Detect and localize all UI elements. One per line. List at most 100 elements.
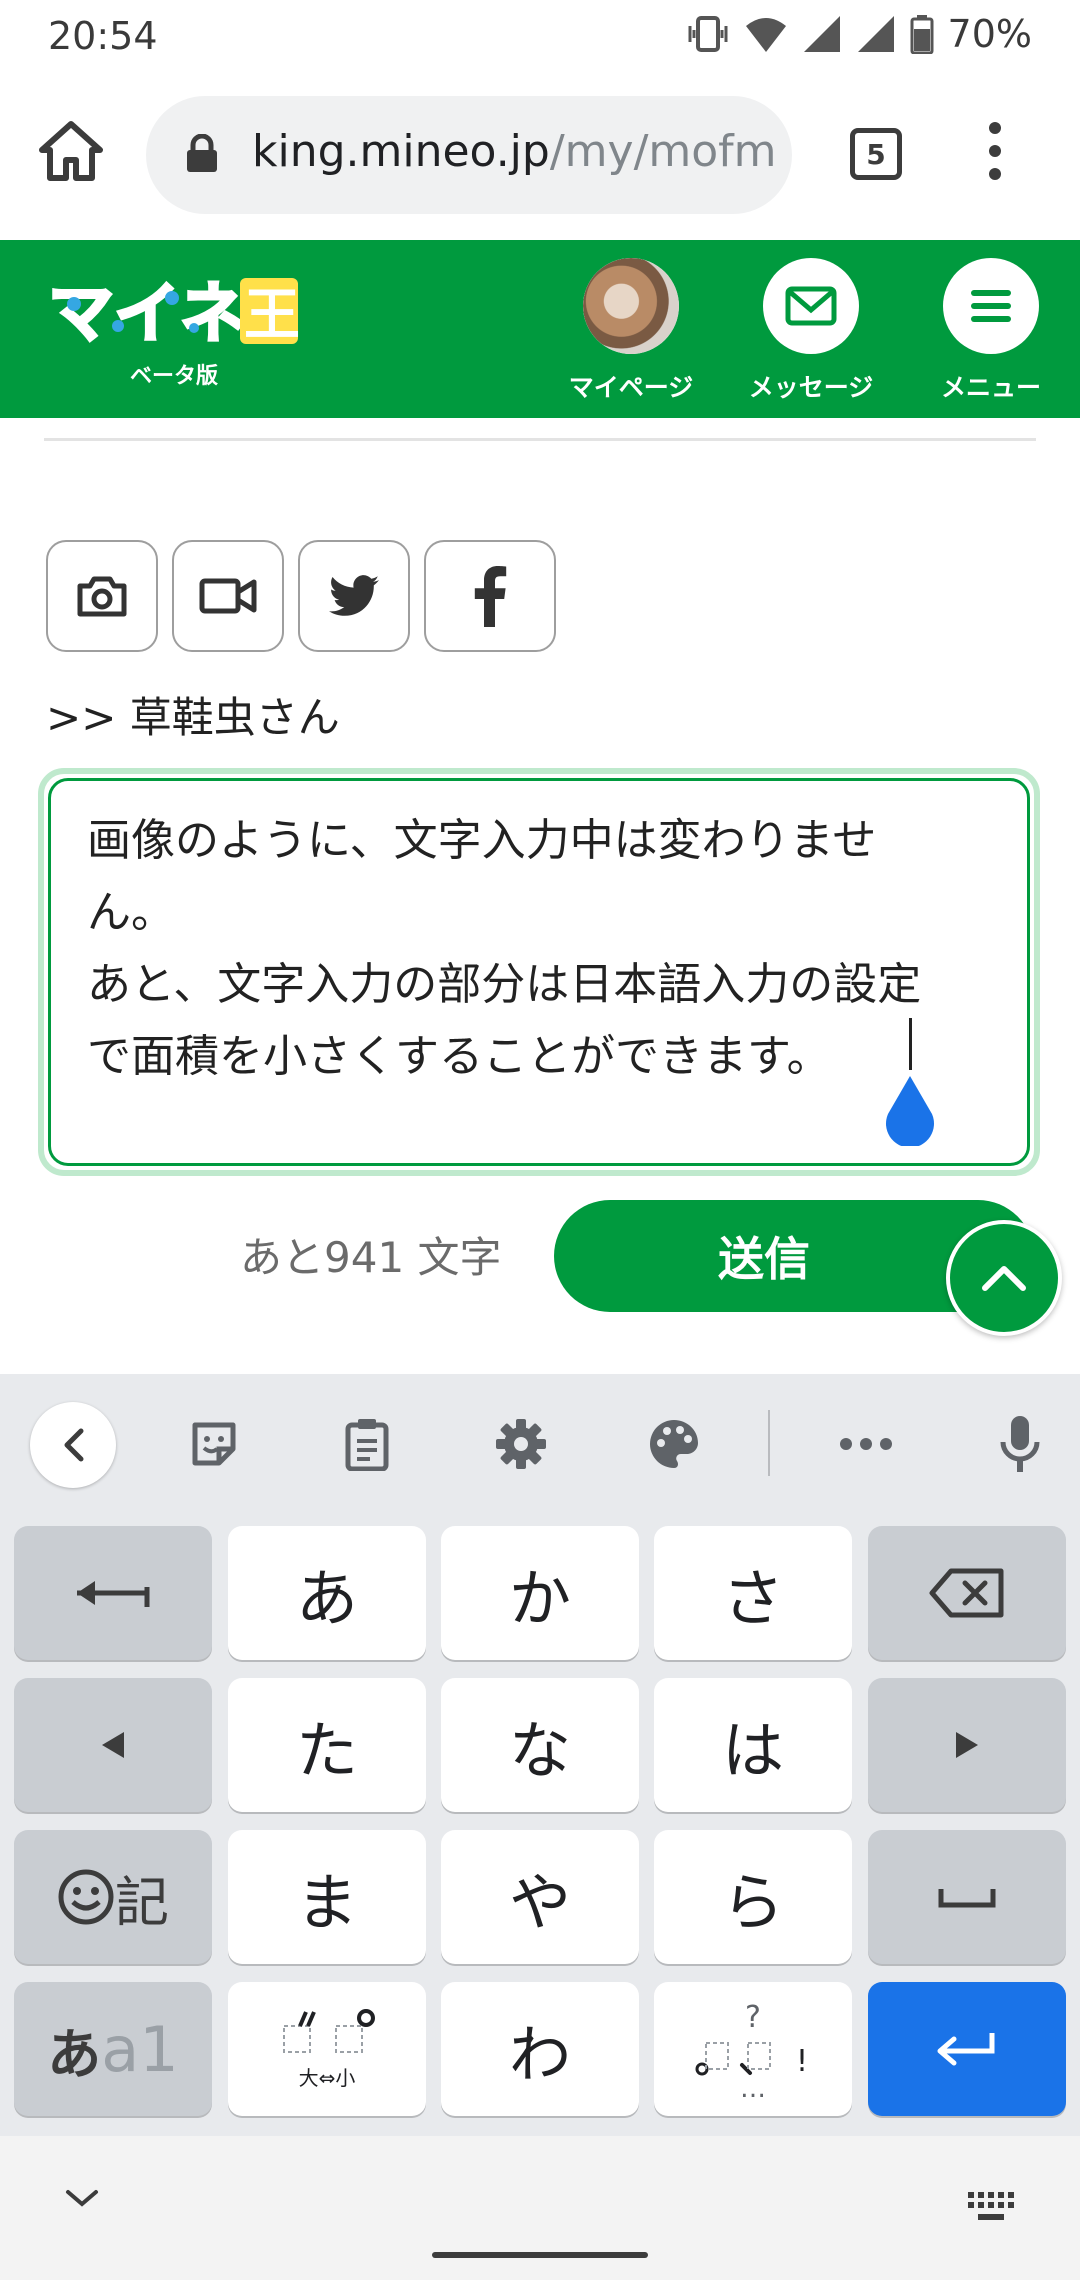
punct-top-label: ? <box>745 1999 761 2035</box>
undo-arrow-icon <box>77 1581 150 1607</box>
gear-icon <box>496 1419 546 1469</box>
space-icon <box>938 1889 996 1908</box>
undo-key[interactable] <box>14 1526 212 1660</box>
key-ya[interactable]: や <box>441 1830 639 1964</box>
punctuation-key[interactable]: ? ! … <box>654 1982 852 2116</box>
punct-right-label: ! <box>796 2044 808 2079</box>
hamburger-icon <box>943 258 1039 354</box>
textarea-line: ん。 <box>87 887 175 938</box>
browser-toolbar: king.mineo.jp/my/mofm 5 <box>0 74 1080 240</box>
status-bar: 20:54 70% <box>0 0 1080 74</box>
facebook-icon <box>474 566 507 627</box>
status-icons: 70% <box>686 12 1032 56</box>
theme-button[interactable] <box>638 1408 710 1480</box>
nav-menu[interactable]: メニュー <box>906 258 1076 404</box>
signal-icon-2 <box>857 16 894 52</box>
sticker-button[interactable] <box>178 1408 250 1480</box>
more-menu-icon[interactable] <box>980 122 1010 192</box>
nav-menu-label: メニュー <box>940 373 1041 402</box>
key-ra[interactable]: ら <box>654 1830 852 1964</box>
home-icon[interactable] <box>36 116 106 186</box>
backspace-key[interactable] <box>868 1526 1066 1660</box>
chevron-down-icon[interactable] <box>64 2186 100 2210</box>
backspace-icon <box>929 1568 1004 1618</box>
nav-mypage[interactable]: マイページ <box>546 258 716 404</box>
triangle-right-icon <box>956 1732 978 1758</box>
mode-alnum-label: a1 <box>101 2012 179 2086</box>
twitter-button[interactable] <box>298 540 410 652</box>
cursor-left-key[interactable] <box>14 1678 212 1812</box>
mode-kana-label: あ <box>47 2022 102 2086</box>
url-text: king.mineo.jp/my/mofm <box>252 126 777 177</box>
cursor-right-key[interactable] <box>868 1678 1066 1812</box>
logo-beta-label: ベータ版 <box>130 364 219 389</box>
nav-mypage-label: マイページ <box>568 373 694 402</box>
remaining-chars: あと941 文字 <box>240 1233 502 1282</box>
symbol-key-label: 記 <box>115 1870 169 1934</box>
scroll-top-button[interactable] <box>946 1220 1062 1336</box>
gesture-handle[interactable] <box>432 2252 648 2258</box>
voice-input-button[interactable] <box>984 1408 1056 1480</box>
video-button[interactable] <box>172 540 284 652</box>
keyboard-icon[interactable] <box>966 2190 1016 2224</box>
chevron-left-icon <box>64 1428 84 1462</box>
signal-icon <box>803 16 840 52</box>
key-ha[interactable]: は <box>654 1678 852 1812</box>
key-na[interactable]: な <box>441 1678 639 1812</box>
smiley-icon <box>58 1869 114 1925</box>
svg-text:マイネ: マイネ <box>48 275 246 352</box>
key-ka[interactable]: か <box>441 1526 639 1660</box>
lock-icon <box>187 134 217 172</box>
site-header: マイネ 王 ベータ版 マイページ メッセージ メニュー <box>0 240 1080 418</box>
punctuation-icon: ! <box>695 2041 808 2079</box>
twitter-icon <box>329 575 379 616</box>
dakuten-key[interactable]: 大⇔小 <box>228 1982 426 2116</box>
settings-button[interactable] <box>485 1408 557 1480</box>
avatar <box>583 258 679 354</box>
address-bar[interactable]: king.mineo.jp/my/mofm <box>146 96 792 214</box>
textarea-line: で面積を小さくすることができます。 <box>87 1031 831 1082</box>
clipboard-icon <box>345 1419 389 1471</box>
vibrate-icon <box>688 16 728 52</box>
nav-message-label: メッセージ <box>748 373 874 402</box>
enter-key[interactable] <box>868 1982 1066 2116</box>
input-mode-key[interactable]: あ a1 <box>14 1982 212 2116</box>
cursor-handle-icon[interactable] <box>880 1074 940 1146</box>
facebook-button[interactable] <box>424 540 556 652</box>
svg-text:王: 王 <box>244 283 300 348</box>
battery-percent: 70% <box>947 12 1032 56</box>
punct-bottom-label: … <box>740 2073 766 2104</box>
key-wa[interactable]: わ <box>441 1982 639 2116</box>
toolbar-separator <box>768 1410 770 1476</box>
key-ma[interactable]: ま <box>228 1830 426 1964</box>
more-options-button[interactable] <box>830 1408 902 1480</box>
text-caret <box>909 1018 912 1070</box>
mail-icon <box>763 258 859 354</box>
keyboard-back-button[interactable] <box>30 1402 116 1488</box>
video-icon <box>199 578 257 614</box>
palette-icon <box>650 1420 698 1468</box>
keyboard-toolbar <box>0 1374 1080 1510</box>
mic-icon <box>1000 1416 1040 1472</box>
battery-icon <box>910 15 934 54</box>
camera-button[interactable] <box>46 540 158 652</box>
emoji-symbol-key[interactable]: 記 <box>14 1830 212 1964</box>
triangle-left-icon <box>102 1732 124 1758</box>
dakuten-sub-label: 大⇔小 <box>298 2065 356 2090</box>
key-a[interactable]: あ <box>228 1526 426 1660</box>
space-key[interactable] <box>868 1830 1066 1964</box>
clipboard-button[interactable] <box>331 1408 403 1480</box>
nav-message[interactable]: メッセージ <box>726 258 896 404</box>
textarea-line: 画像のように、文字入力中は変わりませ <box>87 815 877 866</box>
tab-switcher-button[interactable]: 5 <box>850 128 902 180</box>
more-icon <box>840 1438 892 1450</box>
camera-icon <box>77 576 127 617</box>
sticker-icon <box>192 1422 236 1466</box>
divider <box>44 438 1036 441</box>
wifi-icon <box>745 18 786 52</box>
key-ta[interactable]: た <box>228 1678 426 1812</box>
system-nav-bar <box>0 2136 1080 2280</box>
soft-keyboard: あ か さ た な は 記 ま や ら あ a1 大⇔小 わ ? ! … <box>0 1374 1080 2136</box>
site-logo[interactable]: マイネ 王 ベータ版 <box>44 268 304 390</box>
key-sa[interactable]: さ <box>654 1526 852 1660</box>
